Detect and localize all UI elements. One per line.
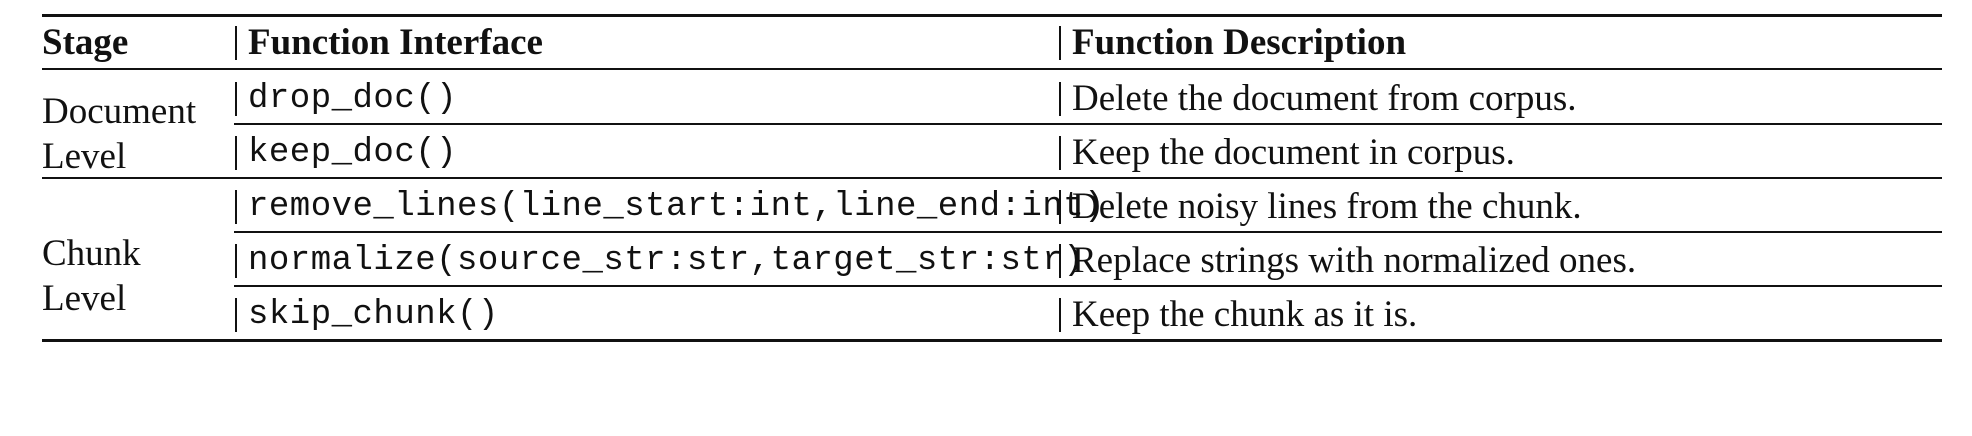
function-description: Keep the document in corpus. (1072, 132, 1515, 173)
row-divider (234, 231, 1942, 233)
top-rule (42, 14, 1942, 17)
function-description: Delete the document from corpus. (1072, 78, 1577, 119)
header-stage: Stage (42, 22, 129, 63)
function-description: Replace strings with normalized ones. (1072, 240, 1637, 281)
function-description: Delete noisy lines from the chunk. (1072, 186, 1582, 227)
column-bar (235, 26, 237, 60)
function-interface: drop_doc() (248, 80, 458, 118)
function-interface: keep_doc() (248, 134, 458, 172)
column-bar (235, 82, 237, 116)
column-bar (235, 136, 237, 170)
group-rule (42, 177, 1942, 179)
function-interface: remove_lines(line_start:int,line_end:int… (248, 188, 1106, 226)
header-rule (42, 68, 1942, 70)
header-interface: Function Interface (248, 22, 543, 63)
column-bar (1059, 136, 1061, 170)
row-divider (234, 123, 1942, 125)
column-bar (1059, 298, 1061, 332)
column-bar (1059, 26, 1061, 60)
column-bar (1059, 82, 1061, 116)
row-divider (234, 285, 1942, 287)
column-bar (235, 298, 237, 332)
column-bar (1059, 190, 1061, 224)
header-description: Function Description (1072, 22, 1407, 63)
stage-label: Chunk Level (42, 233, 141, 319)
stage-label: Document Level (42, 91, 197, 177)
column-bar (235, 190, 237, 224)
function-table: Stage Function Interface Function Descri… (42, 14, 1942, 432)
function-interface: normalize(source_str:str,target_str:str) (248, 242, 1085, 280)
column-bar (1059, 244, 1061, 278)
column-bar (235, 244, 237, 278)
function-interface: skip_chunk() (248, 296, 499, 334)
bottom-rule (42, 339, 1942, 342)
function-description: Keep the chunk as it is. (1072, 294, 1418, 335)
